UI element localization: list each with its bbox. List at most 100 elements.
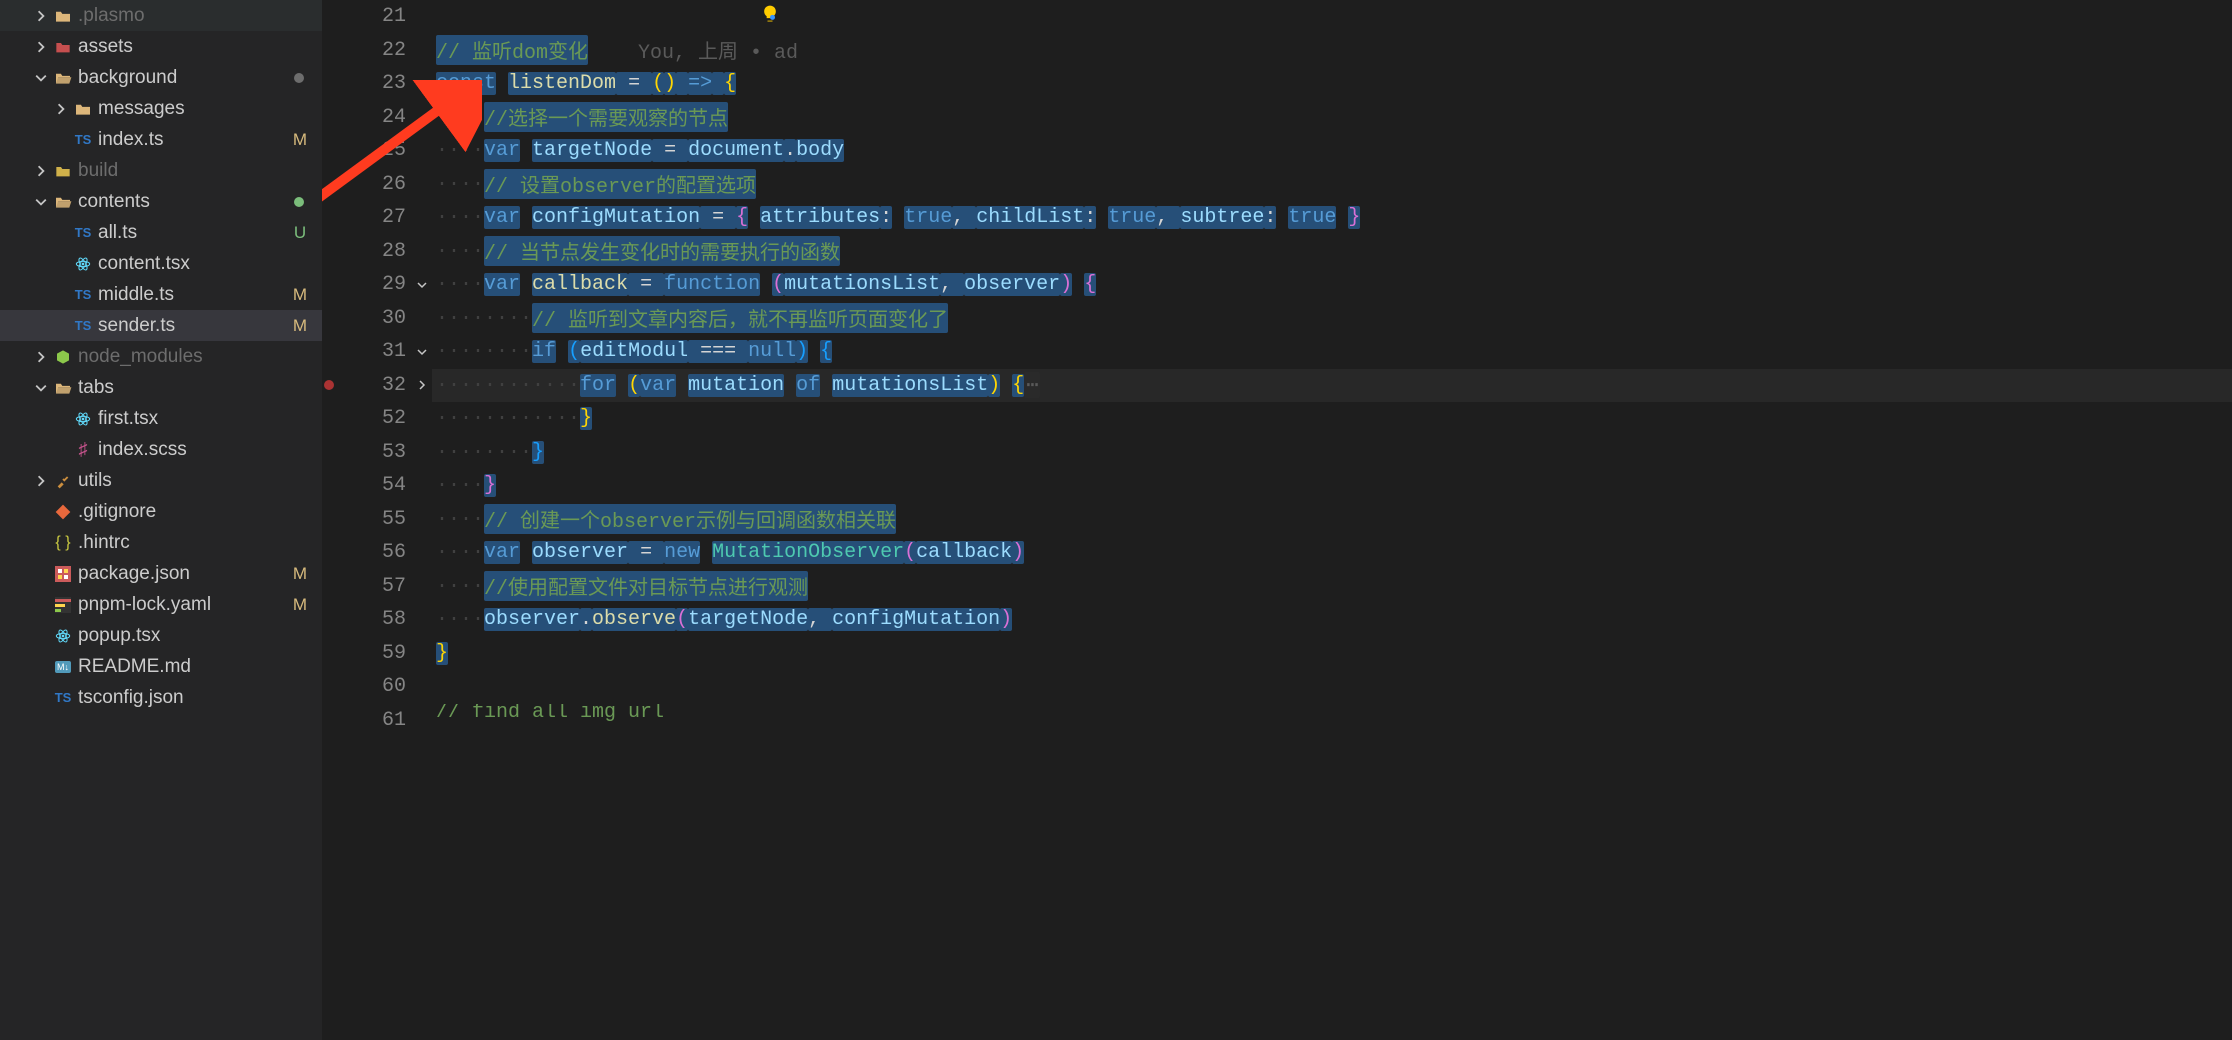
file-tree-item[interactable]: node_modules — [0, 341, 322, 372]
gutter-line[interactable]: 55 — [322, 503, 432, 537]
gutter-line[interactable]: 61 — [322, 704, 432, 738]
file-tree-item[interactable]: TSsender.tsM — [0, 310, 322, 341]
file-tree-item[interactable]: background — [0, 62, 322, 93]
breakpoint-icon[interactable] — [324, 380, 334, 390]
line-number: 54 — [336, 474, 412, 497]
gutter-line[interactable]: 52 — [322, 402, 432, 436]
file-icon — [52, 164, 74, 178]
gutter-line[interactable]: 58 — [322, 603, 432, 637]
gutter-line[interactable]: 60 — [322, 670, 432, 704]
code-line[interactable]: ········} — [432, 436, 2232, 470]
gutter-line[interactable]: 28 — [322, 235, 432, 269]
lightbulb-icon[interactable] — [760, 4, 780, 29]
git-status-badge: M — [288, 564, 312, 584]
code-line[interactable]: ····//选择一个需要观察的节点 — [432, 101, 2232, 135]
file-tree-item[interactable]: contents — [0, 186, 322, 217]
file-tree-item[interactable]: { }.hintrc — [0, 527, 322, 558]
gutter-line[interactable]: 53 — [322, 436, 432, 470]
chevron-down-icon[interactable] — [30, 382, 52, 394]
code-line[interactable]: ····//使用配置文件对目标节点进行观测 — [432, 570, 2232, 604]
gutter-line[interactable]: 30 — [322, 302, 432, 336]
file-tree-item[interactable]: M↓README.md — [0, 651, 322, 682]
fold-icon[interactable] — [412, 347, 432, 357]
code-line[interactable]: ········if (editModul === null) { — [432, 335, 2232, 369]
chevron-right-icon[interactable] — [30, 475, 52, 487]
file-tree-item[interactable]: TSindex.tsM — [0, 124, 322, 155]
code-line[interactable]: ········// 监听到文章内容后，就不再监听页面变化了 — [432, 302, 2232, 336]
code-line[interactable]: // find all img url — [432, 704, 2232, 722]
file-tree-item[interactable]: build — [0, 155, 322, 186]
gutter-line[interactable]: 56 — [322, 536, 432, 570]
chevron-right-icon[interactable] — [30, 351, 52, 363]
file-tree-item[interactable]: .plasmo — [0, 0, 322, 31]
line-number: 32 — [336, 374, 412, 397]
file-tree-item[interactable]: tabs — [0, 372, 322, 403]
code-line[interactable] — [432, 0, 2232, 34]
code-line[interactable] — [432, 670, 2232, 704]
gutter-line[interactable]: 26 — [322, 168, 432, 202]
gutter-line[interactable]: 22 — [322, 34, 432, 68]
code-line[interactable]: const listenDom = () => { — [432, 67, 2232, 101]
code-line[interactable]: ············} — [432, 402, 2232, 436]
chevron-right-icon[interactable] — [30, 41, 52, 53]
file-icon: TS — [72, 132, 94, 147]
code-line[interactable]: ····var configMutation = { attributes: t… — [432, 201, 2232, 235]
code-line[interactable]: ····var callback = function (mutationsLi… — [432, 268, 2232, 302]
code-line[interactable]: ····observer.observe(targetNode, configM… — [432, 603, 2232, 637]
editor-code-area[interactable]: // 监听dom变化You, 上周 • adconst listenDom = … — [432, 0, 2232, 1040]
chevron-right-icon[interactable] — [30, 10, 52, 22]
fold-icon[interactable] — [412, 280, 432, 290]
file-tree-item[interactable]: first.tsx — [0, 403, 322, 434]
line-number: 56 — [336, 541, 412, 564]
code-line[interactable]: ····var observer = new MutationObserver(… — [432, 536, 2232, 570]
file-tree-item[interactable]: popup.tsx — [0, 620, 322, 651]
code-line[interactable]: ····// 设置observer的配置选项 — [432, 168, 2232, 202]
file-tree-item[interactable]: messages — [0, 93, 322, 124]
code-line[interactable]: ············for (var mutation of mutatio… — [432, 369, 2232, 403]
file-tree-item[interactable]: utils — [0, 465, 322, 496]
file-tree-item[interactable]: package.jsonM — [0, 558, 322, 589]
file-icon: TS — [72, 225, 94, 240]
code-line[interactable]: ····// 当节点发生变化时的需要执行的函数 — [432, 235, 2232, 269]
gutter-line[interactable]: 32 — [322, 369, 432, 403]
file-explorer-sidebar[interactable]: .plasmoassetsbackgroundmessagesTSindex.t… — [0, 0, 322, 1040]
breakpoint-slot[interactable] — [322, 380, 336, 390]
file-tree-item[interactable]: assets — [0, 31, 322, 62]
gutter-line[interactable]: 57 — [322, 570, 432, 604]
line-number: 61 — [336, 709, 412, 732]
file-tree-item[interactable]: .gitignore — [0, 496, 322, 527]
gutter-line[interactable]: 54 — [322, 469, 432, 503]
file-tree-item[interactable]: TSall.tsU — [0, 217, 322, 248]
file-tree-item[interactable]: ♯index.scss — [0, 434, 322, 465]
gutter-line[interactable]: 23 — [322, 67, 432, 101]
file-tree-item[interactable]: content.tsx — [0, 248, 322, 279]
file-tree-item[interactable]: pnpm-lock.yamlM — [0, 589, 322, 620]
gutter-line[interactable]: 21 — [322, 0, 432, 34]
chevron-right-icon[interactable] — [30, 165, 52, 177]
chevron-down-icon[interactable] — [30, 72, 52, 84]
code-line[interactable]: ····} — [432, 469, 2232, 503]
code-line[interactable]: // 监听dom变化You, 上周 • ad — [432, 34, 2232, 68]
file-label: tabs — [78, 377, 312, 399]
gutter-line[interactable]: 25 — [322, 134, 432, 168]
file-label: content.tsx — [98, 253, 312, 275]
gutter-line[interactable]: 31 — [322, 335, 432, 369]
line-number: 24 — [336, 106, 412, 129]
gutter-line[interactable]: 24 — [322, 101, 432, 135]
code-editor[interactable]: 21 22 23 24 25 26 27 28 29 30 31 32 — [322, 0, 2232, 1040]
git-status-badge: M — [288, 130, 312, 150]
code-line[interactable]: } — [432, 637, 2232, 671]
chevron-right-icon[interactable] — [50, 103, 72, 115]
gutter-line[interactable]: 27 — [322, 201, 432, 235]
code-line[interactable]: ····// 创建一个observer示例与回调函数相关联 — [432, 503, 2232, 537]
fold-icon[interactable] — [412, 380, 432, 390]
chevron-down-icon[interactable] — [30, 196, 52, 208]
file-icon: M↓ — [52, 661, 74, 673]
fold-icon[interactable] — [412, 79, 432, 89]
code-line[interactable]: ····var targetNode = document.body — [432, 134, 2232, 168]
file-tree-item[interactable]: TSmiddle.tsM — [0, 279, 322, 310]
gutter-line[interactable]: 59 — [322, 637, 432, 671]
file-label: build — [78, 160, 312, 182]
gutter-line[interactable]: 29 — [322, 268, 432, 302]
file-tree-item[interactable]: TStsconfig.json — [0, 682, 322, 713]
